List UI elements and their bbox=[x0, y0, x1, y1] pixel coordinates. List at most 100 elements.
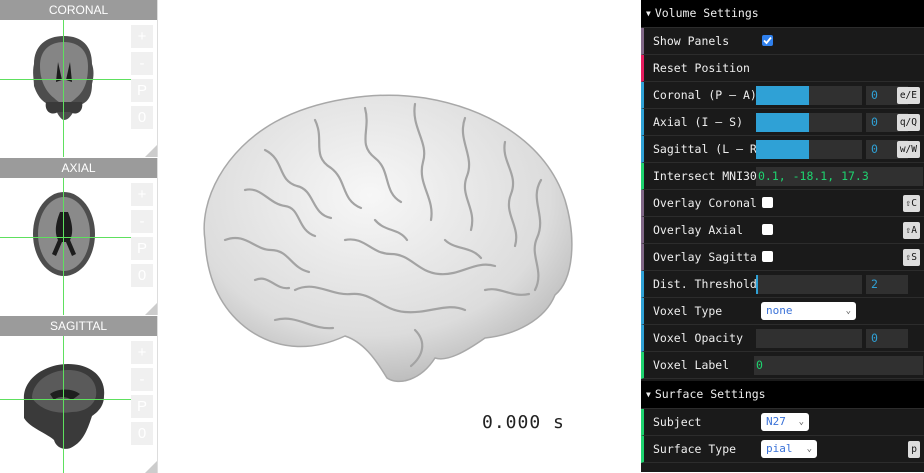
overlay-axial-checkbox[interactable] bbox=[762, 224, 773, 235]
coronal-p-button[interactable]: P bbox=[131, 79, 153, 102]
sagittal-panel[interactable]: SAGITTAL + - P 0 bbox=[0, 316, 158, 473]
sagittal-slider-fill bbox=[756, 140, 809, 159]
subject-selected: N27 bbox=[766, 415, 786, 428]
axial-panel-title: AXIAL bbox=[0, 158, 157, 178]
sagittal-slider[interactable] bbox=[756, 140, 862, 159]
dist-threshold-row[interactable]: Dist. Threshold 2 bbox=[641, 271, 924, 298]
voxel-type-row[interactable]: Voxel Type none ⌄ bbox=[641, 298, 924, 325]
overlay-coronal-checkbox[interactable] bbox=[762, 197, 773, 208]
axial-zoom-out-button[interactable]: - bbox=[131, 210, 153, 233]
reset-position-button[interactable]: Reset Position bbox=[641, 55, 924, 82]
dist-threshold-label: Dist. Threshold bbox=[653, 277, 757, 291]
brain-surface-3d-view[interactable] bbox=[185, 90, 585, 390]
overlay-sagittal-shortcut-key: ⇧S bbox=[902, 249, 920, 266]
voxel-type-selected: none bbox=[766, 304, 793, 317]
surface-type-select[interactable]: pial ⌄ bbox=[761, 440, 817, 458]
sagittal-resize-handle[interactable] bbox=[145, 461, 157, 473]
overlay-sagittal-checkbox[interactable] bbox=[762, 251, 773, 262]
voxel-label-label: Voxel Label bbox=[653, 358, 730, 372]
coronal-reset-button[interactable]: 0 bbox=[131, 106, 153, 129]
voxel-type-label: Voxel Type bbox=[653, 304, 723, 318]
voxel-type-select[interactable]: none ⌄ bbox=[761, 302, 856, 320]
overlay-sagittal-label: Overlay Sagittal bbox=[653, 250, 757, 264]
coronal-slice-image[interactable] bbox=[0, 20, 131, 157]
dist-threshold-value-input[interactable]: 2 bbox=[866, 275, 908, 294]
sagittal-label: Sagittal (L – R) bbox=[653, 142, 757, 156]
intersect-value-input[interactable]: 0.1, -18.1, 17.3 bbox=[756, 167, 923, 186]
axial-shortcut-key: q/Q bbox=[896, 114, 920, 131]
surface-type-row[interactable]: Surface Type pial ⌄ p bbox=[641, 436, 924, 463]
axial-zoom-in-button[interactable]: + bbox=[131, 183, 153, 206]
axial-crosshair-horizontal bbox=[0, 237, 131, 238]
intersect-label: Intersect MNI305 bbox=[653, 169, 757, 183]
subject-label: Subject bbox=[653, 415, 702, 429]
volume-settings-header[interactable]: ▼ Volume Settings bbox=[641, 0, 924, 28]
voxel-label-row[interactable]: Voxel Label 0 bbox=[641, 352, 924, 379]
sagittal-row[interactable]: Sagittal (L – R) 0 w/W bbox=[641, 136, 924, 163]
collapse-triangle-icon: ▼ bbox=[646, 9, 651, 18]
axial-slice-image[interactable] bbox=[0, 178, 131, 315]
coronal-slider[interactable] bbox=[756, 86, 862, 105]
surface-settings-header[interactable]: ▼ Surface Settings bbox=[641, 381, 924, 409]
show-panels-checkbox[interactable] bbox=[762, 35, 773, 46]
coronal-zoom-in-button[interactable]: + bbox=[131, 25, 153, 48]
coronal-shortcut-key: e/E bbox=[896, 87, 920, 104]
overlay-coronal-row[interactable]: Overlay Coronal ⇧C bbox=[641, 190, 924, 217]
voxel-opacity-label: Voxel Opacity bbox=[653, 331, 744, 345]
axial-slider-fill bbox=[756, 113, 809, 132]
sagittal-shortcut-key: w/W bbox=[896, 141, 920, 158]
checkmark-icon bbox=[763, 36, 772, 45]
dist-threshold-slider[interactable] bbox=[756, 275, 862, 294]
axial-resize-handle[interactable] bbox=[145, 303, 157, 315]
settings-panel[interactable]: ▼ Volume Settings Show Panels Reset Posit… bbox=[641, 0, 924, 472]
sagittal-crosshair-vertical bbox=[63, 336, 64, 473]
surface-type-selected: pial bbox=[766, 442, 793, 455]
overlay-axial-shortcut-key: ⇧A bbox=[902, 222, 920, 239]
voxel-opacity-row[interactable]: Voxel Opacity 0 bbox=[641, 325, 924, 352]
sagittal-slice-image[interactable] bbox=[0, 336, 131, 473]
overlay-coronal-shortcut-key: ⇧C bbox=[902, 195, 920, 212]
overlay-axial-label: Overlay Axial bbox=[653, 223, 744, 237]
surface-type-label: Surface Type bbox=[653, 442, 737, 456]
sagittal-reset-button[interactable]: 0 bbox=[131, 422, 153, 445]
sagittal-crosshair-horizontal bbox=[0, 399, 131, 400]
sagittal-zoom-out-button[interactable]: - bbox=[131, 368, 153, 391]
chevron-down-icon: ⌄ bbox=[806, 444, 812, 454]
subject-row[interactable]: Subject N27 ⌄ bbox=[641, 409, 924, 436]
overlay-axial-row[interactable]: Overlay Axial ⇧A bbox=[641, 217, 924, 244]
coronal-label: Coronal (P – A) bbox=[653, 88, 757, 102]
reset-position-label: Reset Position bbox=[653, 61, 750, 75]
sagittal-p-button[interactable]: P bbox=[131, 395, 153, 418]
axial-crosshair-vertical bbox=[63, 178, 64, 315]
axial-reset-button[interactable]: 0 bbox=[131, 264, 153, 287]
show-panels-row[interactable]: Show Panels bbox=[641, 28, 924, 55]
coronal-zoom-out-button[interactable]: - bbox=[131, 52, 153, 75]
intersect-row[interactable]: Intersect MNI305 0.1, -18.1, 17.3 bbox=[641, 163, 924, 190]
voxel-opacity-value-input[interactable]: 0 bbox=[866, 329, 908, 348]
coronal-crosshair-horizontal bbox=[0, 79, 131, 80]
axial-slider[interactable] bbox=[756, 113, 862, 132]
surface-type-shortcut-key: p bbox=[908, 441, 920, 458]
voxel-opacity-slider[interactable] bbox=[756, 329, 862, 348]
axial-label: Axial (I – S) bbox=[653, 115, 744, 129]
sagittal-zoom-in-button[interactable]: + bbox=[131, 341, 153, 364]
voxel-label-value-input[interactable]: 0 bbox=[754, 356, 923, 375]
volume-settings-title: Volume Settings bbox=[654, 6, 759, 20]
surface-settings-title: Surface Settings bbox=[654, 387, 766, 401]
overlay-sagittal-row[interactable]: Overlay Sagittal ⇧S bbox=[641, 244, 924, 271]
sagittal-panel-title: SAGITTAL bbox=[0, 316, 157, 336]
collapse-triangle-icon: ▼ bbox=[646, 390, 651, 399]
subject-select[interactable]: N27 ⌄ bbox=[761, 413, 809, 431]
axial-p-button[interactable]: P bbox=[131, 237, 153, 260]
coronal-panel[interactable]: CORONAL + - P 0 bbox=[0, 0, 158, 157]
axial-row[interactable]: Axial (I – S) 0 q/Q bbox=[641, 109, 924, 136]
show-panels-label: Show Panels bbox=[653, 34, 730, 48]
coronal-crosshair-vertical bbox=[63, 20, 64, 157]
chevron-down-icon: ⌄ bbox=[798, 417, 804, 427]
coronal-panel-title: CORONAL bbox=[0, 0, 157, 20]
axial-panel[interactable]: AXIAL + - P 0 bbox=[0, 158, 158, 315]
coronal-resize-handle[interactable] bbox=[145, 145, 157, 157]
chevron-down-icon: ⌄ bbox=[845, 306, 851, 316]
overlay-coronal-label: Overlay Coronal bbox=[653, 196, 757, 210]
coronal-row[interactable]: Coronal (P – A) 0 e/E bbox=[641, 82, 924, 109]
